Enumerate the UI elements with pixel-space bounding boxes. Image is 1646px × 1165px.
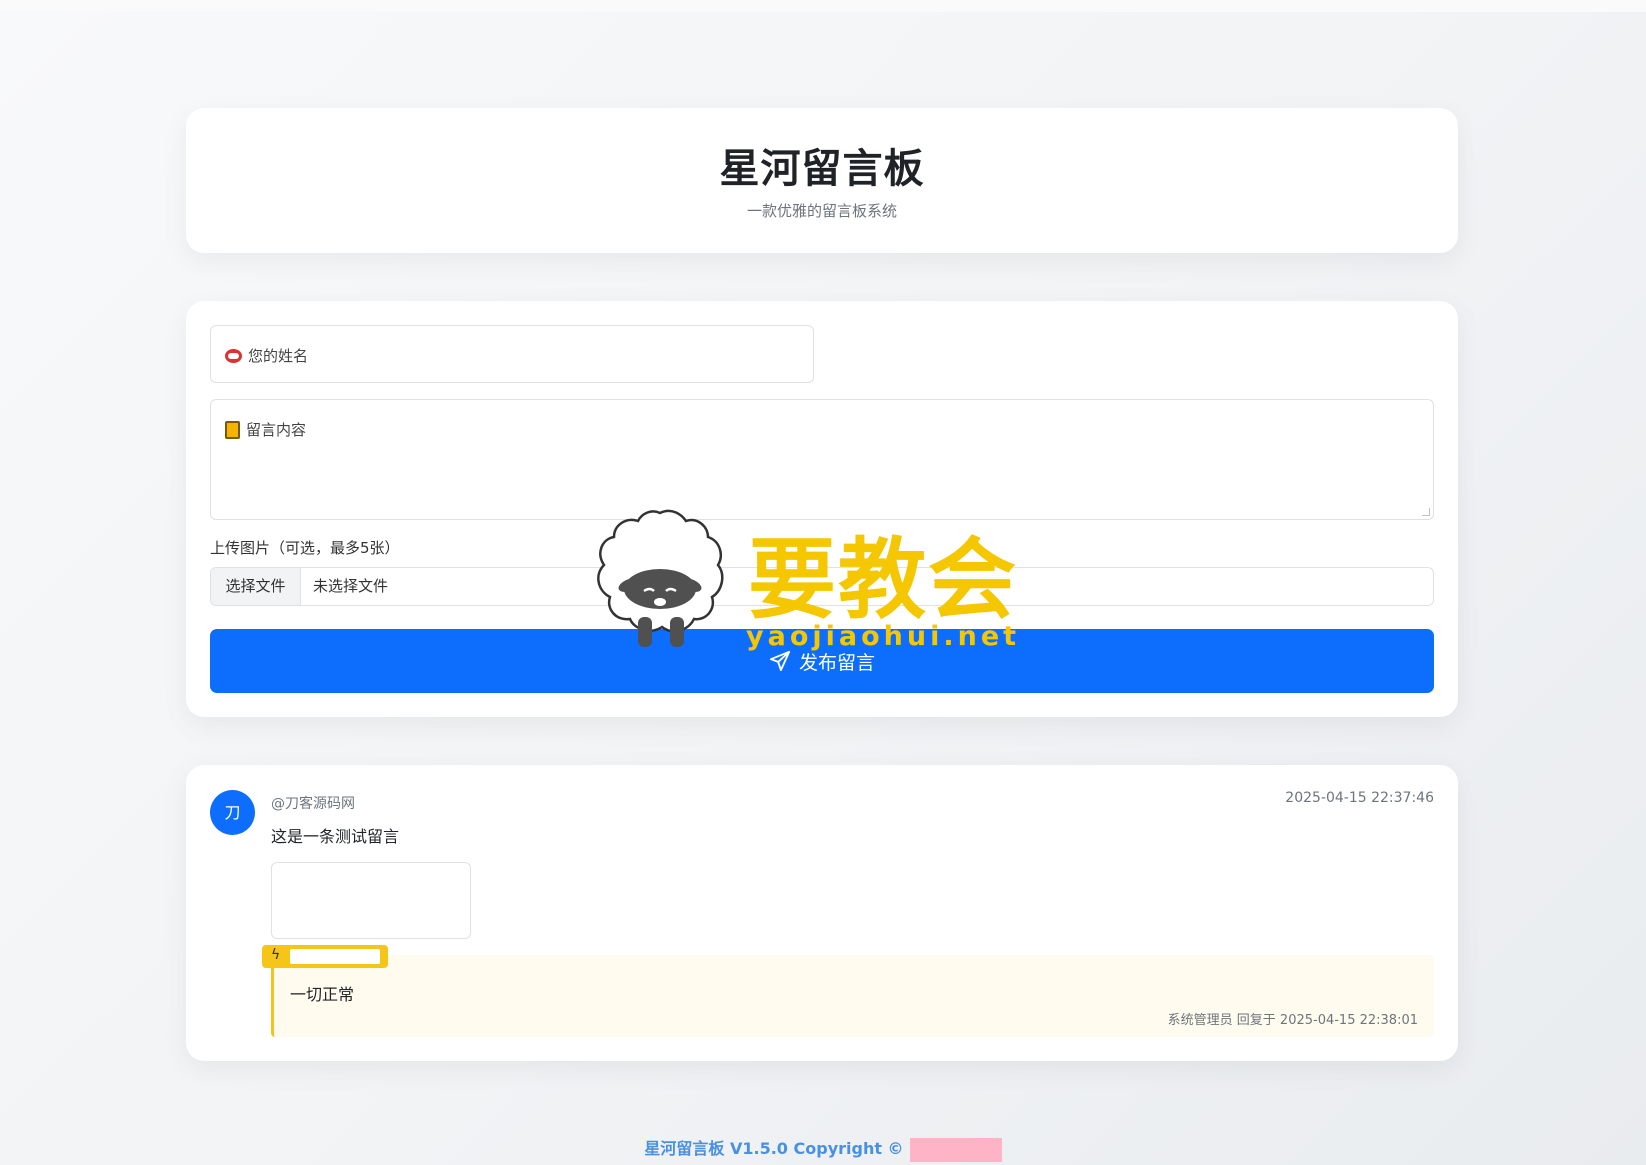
reply-text: 一切正常 bbox=[290, 985, 355, 1004]
message-author: @刀客源码网 bbox=[271, 796, 355, 812]
reply-badge: ϟ bbox=[262, 945, 388, 968]
submit-button[interactable]: 发布留言 bbox=[210, 629, 1434, 693]
page-subtitle: 一款优雅的留言板系统 bbox=[746, 202, 897, 220]
admin-reply: ϟ 一切正常 系统管理员 回复于 2025-04-15 22:38:01 bbox=[262, 945, 1434, 1037]
header-card: 星河留言板 一款优雅的留言板系统 bbox=[186, 108, 1458, 253]
avatar: 刀 bbox=[210, 790, 255, 835]
page-title: 星河留言板 bbox=[719, 146, 925, 192]
footer: 星河留言板 V1.5.0 Copyright © bbox=[0, 1135, 1646, 1162]
upload-label: 上传图片（可选，最多5张） bbox=[210, 539, 400, 557]
name-input[interactable]: 您的姓名 bbox=[210, 325, 814, 383]
message-text: 这是一条测试留言 bbox=[271, 827, 400, 846]
choose-file-button[interactable]: 选择文件 bbox=[211, 568, 301, 605]
message-time: 2025-04-15 22:37:46 bbox=[1285, 790, 1434, 806]
notebook-icon bbox=[225, 420, 240, 439]
file-status: 未选择文件 bbox=[313, 577, 389, 595]
name-placeholder: 您的姓名 bbox=[225, 345, 308, 366]
top-bar bbox=[0, 0, 1646, 12]
content-placeholder: 留言内容 bbox=[225, 419, 306, 440]
lightning-icon: ϟ bbox=[271, 947, 281, 963]
resize-handle[interactable] bbox=[1422, 508, 1430, 516]
submit-label: 发布留言 bbox=[798, 651, 875, 674]
footer-text: 星河留言板 V1.5.0 Copyright © bbox=[644, 1139, 904, 1158]
reply-meta: 系统管理员 回复于 2025-04-15 22:38:01 bbox=[1167, 1013, 1418, 1028]
message-content-textarea[interactable]: 留言内容 bbox=[210, 399, 1434, 520]
message-list: 刀 @刀客源码网 2025-04-15 22:37:46 这是一条测试留言 ϟ … bbox=[186, 765, 1458, 1061]
send-icon bbox=[769, 650, 791, 672]
footer-redacted bbox=[909, 1137, 1002, 1162]
message-image[interactable] bbox=[271, 862, 471, 939]
message-form: 您的姓名 留言内容 上传图片（可选，最多5张） 选择文件 未选择文件 发布留言 bbox=[186, 301, 1458, 717]
file-input[interactable]: 选择文件 未选择文件 bbox=[210, 567, 1434, 606]
face-mouth-icon bbox=[225, 348, 242, 363]
